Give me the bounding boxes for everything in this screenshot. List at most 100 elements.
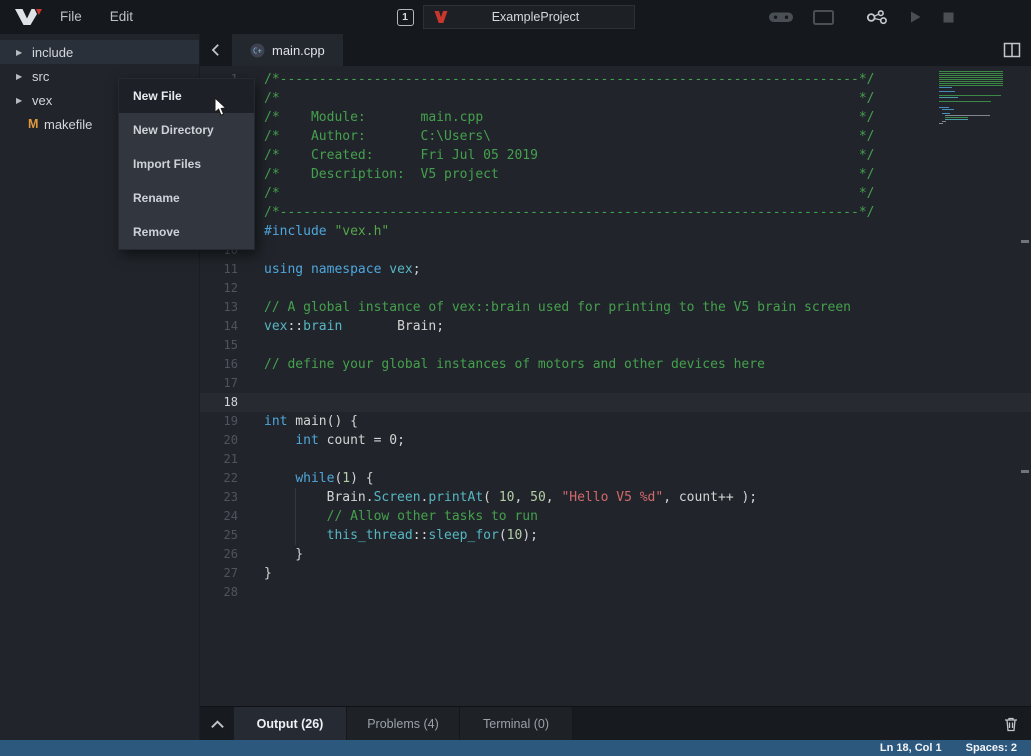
line-number: 16 [200, 355, 238, 374]
code-line-18[interactable]: 18 [200, 393, 1031, 412]
line-number: 24 [200, 507, 238, 526]
svg-text:C+: C+ [253, 46, 263, 55]
code-line-17[interactable]: 17 [200, 374, 1031, 393]
vexcode-window: File Edit 1 ExampleProject ▶include▶src▶… [0, 0, 1031, 756]
folder-chevron-icon[interactable]: ▶ [16, 48, 30, 57]
panel-tab-output[interactable]: Output (26) [234, 707, 347, 740]
code-line-16[interactable]: 16// define your global instances of mot… [200, 355, 1031, 374]
context-menu-item-rename[interactable]: Rename [119, 181, 254, 215]
code-line-26[interactable]: 26 } [200, 545, 1031, 564]
minimap-line [939, 111, 1008, 112]
code-line-6[interactable]: 6/* Description: V5 project */ [200, 165, 1031, 184]
tree-item-include[interactable]: ▶include [0, 40, 199, 64]
minimap-line [939, 95, 1001, 96]
chevron-up-icon [210, 718, 225, 730]
clear-output-button[interactable] [991, 707, 1031, 740]
code-line-19[interactable]: 19int main() { [200, 412, 1031, 431]
minimap-line [939, 101, 991, 102]
cursor-position[interactable]: Ln 18, Col 1 [880, 742, 942, 754]
vex-brand-icon [434, 10, 448, 24]
tab-main-cpp[interactable]: C+ main.cpp [232, 34, 343, 66]
overview-ruler-mark [1021, 240, 1029, 243]
menu-edit[interactable]: Edit [96, 0, 147, 34]
brain-screen-icon[interactable] [813, 10, 834, 25]
code-line-5[interactable]: 5/* Created: Fri Jul 05 2019 */ [200, 146, 1031, 165]
code-line-14[interactable]: 14vex::brain Brain; [200, 317, 1031, 336]
code-text: // Allow other tasks to run [264, 507, 538, 526]
project-name: ExampleProject [448, 10, 634, 24]
code-line-1[interactable]: 1/*-------------------------------------… [200, 70, 1031, 89]
line-number: 22 [200, 469, 238, 488]
chevron-left-icon [209, 43, 223, 57]
minimap-line [939, 91, 955, 92]
code-line-2[interactable]: 2/* */ [200, 89, 1031, 108]
code-line-23[interactable]: 23 Brain.Screen.printAt( 10, 50, "Hello … [200, 488, 1031, 507]
minimap-line [939, 89, 1008, 90]
context-menu-item-import-files[interactable]: Import Files [119, 147, 254, 181]
code-line-25[interactable]: 25 this_thread::sleep_for(10); [200, 526, 1031, 545]
line-number: 20 [200, 431, 238, 450]
explorer-context-menu: New FileNew DirectoryImport FilesRenameR… [118, 78, 255, 250]
back-button[interactable] [200, 34, 232, 66]
context-menu-item-new-file[interactable]: New File [119, 79, 254, 113]
folder-chevron-icon[interactable]: ▶ [16, 72, 30, 81]
tree-item-label: makefile [44, 117, 92, 132]
play-icon[interactable] [908, 9, 923, 25]
panel-tab-problems[interactable]: Problems (4) [347, 707, 460, 740]
code-line-9[interactable]: 9#include "vex.h" [200, 222, 1031, 241]
controller-icon[interactable] [768, 9, 794, 25]
folder-chevron-icon[interactable]: ▶ [16, 96, 30, 105]
minimap-line [939, 77, 1003, 78]
line-number: 11 [200, 260, 238, 279]
code-text: /* Author: C:\Users\ */ [264, 127, 874, 146]
trash-icon [1004, 716, 1018, 732]
minimap-line [939, 123, 943, 124]
code-line-13[interactable]: 13// A global instance of vex::brain use… [200, 298, 1031, 317]
context-menu-item-remove[interactable]: Remove [119, 215, 254, 249]
panel-expand-button[interactable] [200, 707, 234, 740]
context-menu-item-new-directory[interactable]: New Directory [119, 113, 254, 147]
code-line-8[interactable]: 8/*-------------------------------------… [200, 203, 1031, 222]
code-line-10[interactable]: 10 [200, 241, 1031, 260]
devices-icon[interactable] [865, 9, 889, 26]
vex-v5-logo-icon [12, 5, 44, 29]
minimap[interactable] [936, 69, 1011, 129]
code-line-28[interactable]: 28 [200, 583, 1031, 602]
menu-file[interactable]: File [46, 0, 96, 34]
code-text: while(1) { [264, 469, 374, 488]
code-line-15[interactable]: 15 [200, 336, 1031, 355]
minimap-line [939, 87, 952, 88]
code-text: /* Description: V5 project */ [264, 165, 874, 184]
panel-tab-terminal[interactable]: Terminal (0) [460, 707, 573, 740]
code-lines: 1/*-------------------------------------… [200, 66, 1031, 602]
tree-item-label: vex [32, 93, 52, 108]
split-editor-button[interactable] [993, 34, 1031, 66]
code-text: this_thread::sleep_for(10); [264, 526, 538, 545]
vex-v5-logo[interactable] [10, 4, 46, 30]
slot-badge[interactable]: 1 [397, 9, 414, 26]
code-line-21[interactable]: 21 [200, 450, 1031, 469]
code-text: } [264, 564, 272, 583]
code-text: /*--------------------------------------… [264, 203, 874, 222]
code-line-20[interactable]: 20 int count = 0; [200, 431, 1031, 450]
code-text: /* */ [264, 89, 874, 108]
stop-icon[interactable] [942, 11, 955, 24]
code-line-24[interactable]: 24 // Allow other tasks to run [200, 507, 1031, 526]
code-line-22[interactable]: 22 while(1) { [200, 469, 1031, 488]
code-line-11[interactable]: 11using namespace vex; [200, 260, 1031, 279]
code-line-7[interactable]: 7/* */ [200, 184, 1031, 203]
line-number: 28 [200, 583, 238, 602]
code-line-4[interactable]: 4/* Author: C:\Users\ */ [200, 127, 1031, 146]
minimap-line [942, 121, 946, 122]
indent-setting[interactable]: Spaces: 2 [966, 742, 1017, 754]
line-number: 19 [200, 412, 238, 431]
code-editor[interactable]: 1/*-------------------------------------… [200, 66, 1031, 706]
code-line-27[interactable]: 27} [200, 564, 1031, 583]
code-line-12[interactable]: 12 [200, 279, 1031, 298]
code-line-3[interactable]: 3/* Module: main.cpp */ [200, 108, 1031, 127]
project-name-box[interactable]: ExampleProject [423, 5, 635, 29]
top-menu-bar: File Edit 1 ExampleProject [0, 0, 1031, 34]
code-text: /* Module: main.cpp */ [264, 108, 874, 127]
code-text: vex::brain Brain; [264, 317, 444, 336]
makefile-icon: M [28, 117, 42, 131]
